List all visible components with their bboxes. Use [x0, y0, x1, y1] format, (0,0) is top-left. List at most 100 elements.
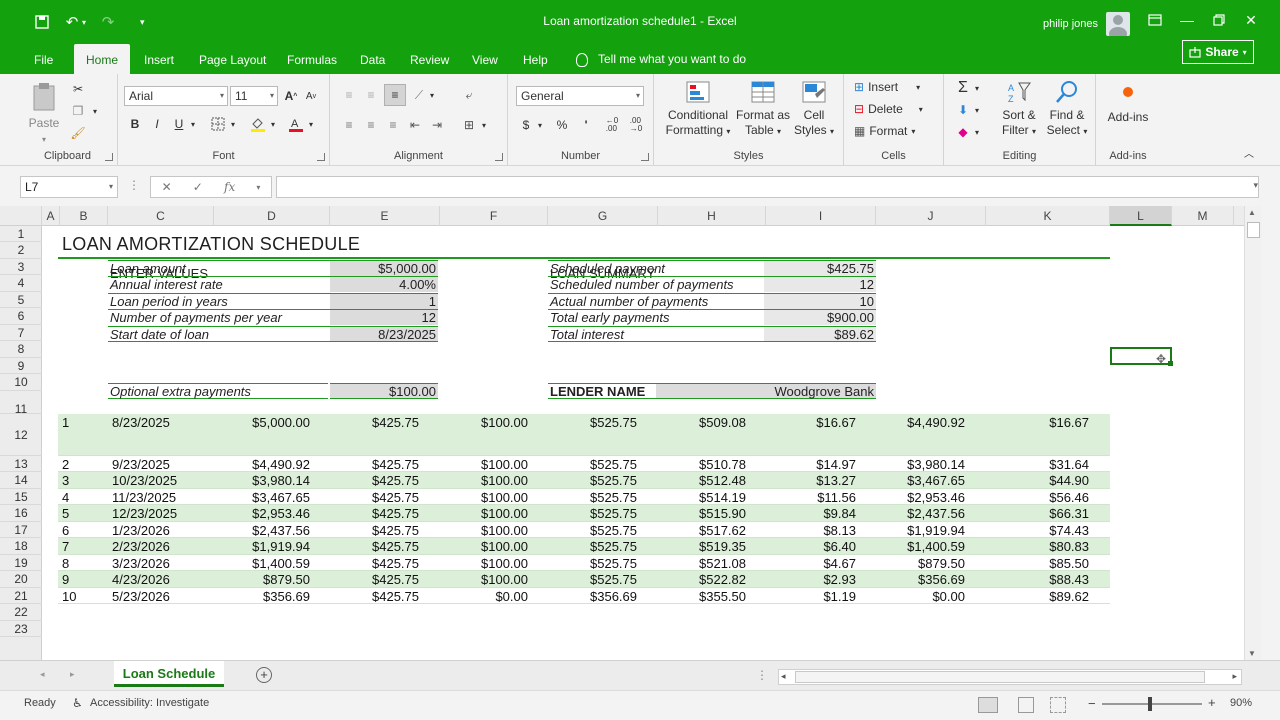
tab-insert[interactable]: Insert	[134, 44, 184, 74]
insert-cells-button[interactable]: ⊞ Insert ▾	[854, 80, 920, 94]
table-cell[interactable]: 1/23/2026	[112, 523, 214, 538]
row-header[interactable]: 19	[0, 555, 42, 571]
decrease-indent-icon[interactable]: ⇤	[406, 116, 424, 134]
formula-input[interactable]	[276, 176, 1259, 198]
table-cell[interactable]: $8.13	[748, 523, 856, 538]
row-header[interactable]: 17	[0, 522, 42, 538]
row-header[interactable]: 15	[0, 489, 42, 505]
column-header[interactable]: K	[986, 206, 1110, 226]
table-cell[interactable]: $89.62	[967, 589, 1089, 604]
table-cell[interactable]: $100.00	[421, 572, 528, 587]
column-header[interactable]: A	[42, 206, 60, 226]
table-cell[interactable]: 8/23/2025	[112, 415, 214, 430]
table-cell[interactable]: $517.62	[639, 523, 746, 538]
underline-button[interactable]: U	[170, 114, 188, 134]
vertical-scroll-thumb[interactable]	[1247, 222, 1260, 238]
table-cell[interactable]: $879.50	[216, 572, 310, 587]
borders-dropdown-icon[interactable]: ▾	[228, 114, 238, 134]
table-cell[interactable]: $6.40	[748, 539, 856, 554]
input-value[interactable]: $5,000.00	[330, 260, 438, 276]
copy-dropdown-icon[interactable]: ▾	[90, 102, 100, 120]
column-header[interactable]: H	[658, 206, 766, 226]
table-cell[interactable]: 2/23/2026	[112, 539, 214, 554]
format-as-table-button[interactable]: Format as Table ▾	[736, 80, 790, 139]
column-header[interactable]: M	[1172, 206, 1234, 226]
fill-color-icon[interactable]	[248, 114, 268, 134]
table-cell[interactable]: $2,953.46	[858, 490, 965, 505]
wrap-text-icon[interactable]: ⤶	[458, 86, 480, 104]
expand-formula-bar-icon[interactable]: ▾	[1253, 180, 1258, 191]
bold-button[interactable]: B	[126, 114, 144, 134]
table-cell[interactable]: $509.08	[639, 415, 746, 430]
table-cell[interactable]: $11.56	[748, 490, 856, 505]
avatar[interactable]	[1106, 12, 1130, 36]
cell-styles-button[interactable]: Cell Styles ▾	[792, 80, 836, 139]
share-button[interactable]: Share ▾	[1182, 40, 1254, 64]
table-cell[interactable]: $80.83	[967, 539, 1089, 554]
table-cell[interactable]: 7	[62, 539, 104, 554]
table-cell[interactable]: 4	[62, 490, 104, 505]
scroll-down-icon[interactable]: ▼	[1248, 649, 1256, 658]
zoom-in-icon[interactable]: +	[1208, 695, 1216, 710]
table-cell[interactable]: $44.90	[967, 473, 1089, 488]
optional-payments-value[interactable]: $100.00	[330, 383, 438, 399]
row-header[interactable]: 4	[0, 275, 42, 292]
table-cell[interactable]: $356.69	[530, 589, 637, 604]
worksheet-grid[interactable]: LOAN AMORTIZATION SCHEDULE ENTER VALUES …	[42, 226, 1244, 660]
table-cell[interactable]: $525.75	[530, 523, 637, 538]
table-cell[interactable]: $31.64	[967, 457, 1089, 472]
insert-function-icon[interactable]: fx	[224, 180, 235, 194]
table-cell[interactable]: $4.67	[748, 556, 856, 571]
input-value[interactable]: 12	[330, 309, 438, 325]
table-cell[interactable]: $2,437.56	[216, 523, 310, 538]
row-header[interactable]: 12	[0, 414, 42, 456]
select-all-corner[interactable]	[0, 206, 42, 226]
table-cell[interactable]: $100.00	[421, 506, 528, 521]
table-cell[interactable]: $356.69	[216, 589, 310, 604]
table-cell[interactable]: $515.90	[639, 506, 746, 521]
table-cell[interactable]: $88.43	[967, 572, 1089, 587]
table-cell[interactable]: $425.75	[312, 539, 419, 554]
table-cell[interactable]: $9.84	[748, 506, 856, 521]
zoom-slider-thumb[interactable]	[1148, 697, 1152, 711]
paste-button[interactable]: Paste ▾	[24, 82, 64, 147]
table-cell[interactable]: $16.67	[967, 415, 1089, 430]
column-header[interactable]: J	[876, 206, 986, 226]
merge-center-icon[interactable]: ⊞	[458, 116, 480, 134]
tab-help[interactable]: Help	[513, 44, 558, 74]
table-cell[interactable]: $66.31	[967, 506, 1089, 521]
fx-dropdown-icon[interactable]: ▾	[256, 183, 260, 192]
clipboard-launcher-icon[interactable]	[105, 153, 113, 161]
row-header[interactable]: 18	[0, 538, 42, 555]
tab-page-layout[interactable]: Page Layout	[189, 44, 276, 74]
font-size-select[interactable]: 11 ▾	[230, 86, 278, 106]
column-header[interactable]: I	[766, 206, 876, 226]
table-cell[interactable]: 12/23/2025	[112, 506, 214, 521]
collapse-ribbon-icon[interactable]: ︿	[1240, 144, 1258, 160]
tab-view[interactable]: View	[462, 44, 508, 74]
row-header[interactable]: 5	[0, 292, 42, 308]
table-cell[interactable]: $2,953.46	[216, 506, 310, 521]
table-cell[interactable]: 3/23/2026	[112, 556, 214, 571]
table-cell[interactable]: $0.00	[421, 589, 528, 604]
cut-icon[interactable]: ✂	[68, 80, 88, 98]
input-value[interactable]: 1	[330, 293, 438, 309]
cancel-icon[interactable]: ✕	[162, 180, 172, 194]
table-cell[interactable]: $425.75	[312, 589, 419, 604]
table-cell[interactable]: 1	[62, 415, 104, 430]
column-header[interactable]: F	[440, 206, 548, 226]
input-value[interactable]: 4.00%	[330, 276, 438, 292]
row-header[interactable]: 2	[0, 242, 42, 259]
tab-formulas[interactable]: Formulas	[277, 44, 347, 74]
row-header[interactable]: 9	[0, 358, 42, 374]
scroll-left-icon[interactable]: ◂	[781, 671, 786, 682]
fill-handle[interactable]	[1168, 361, 1173, 366]
table-cell[interactable]: $425.75	[312, 556, 419, 571]
horizontal-scroll-thumb[interactable]	[795, 671, 1205, 683]
table-cell[interactable]: $3,467.65	[858, 473, 965, 488]
table-cell[interactable]: 4/23/2026	[112, 572, 214, 587]
next-sheet-icon[interactable]: ▸	[70, 669, 75, 680]
table-cell[interactable]: $4,490.92	[858, 415, 965, 430]
table-cell[interactable]: $3,980.14	[216, 473, 310, 488]
addins-button[interactable]: Add-ins	[1100, 82, 1156, 125]
